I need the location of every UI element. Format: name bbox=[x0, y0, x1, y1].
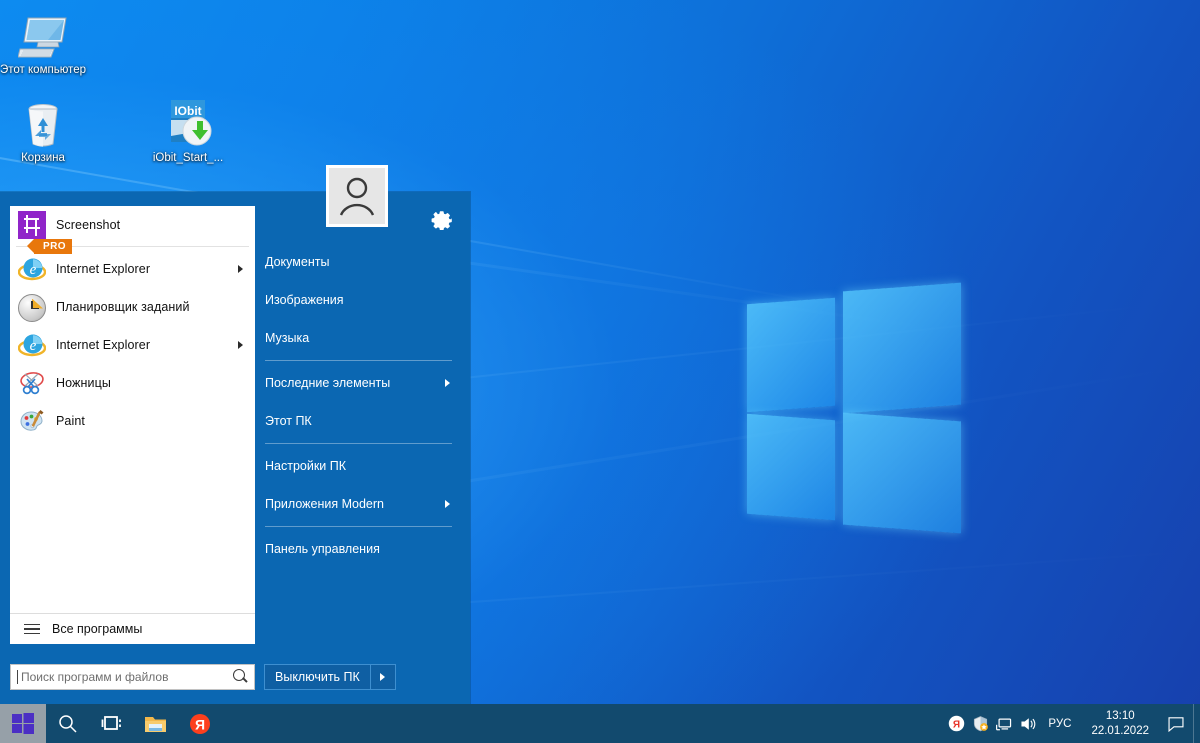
start-menu-right-item-music[interactable]: Музыка bbox=[255, 326, 470, 350]
recycle-bin-icon bbox=[0, 96, 86, 148]
iobit-installer-icon: IObit bbox=[145, 96, 231, 148]
screenshot-crop-icon bbox=[18, 211, 46, 239]
chevron-right-icon bbox=[445, 500, 450, 508]
start-menu: Screenshot e Internet Explorer Планировщ… bbox=[0, 165, 470, 704]
tray-volume-icon[interactable] bbox=[1016, 704, 1040, 743]
start-menu-item-label: Paint bbox=[56, 414, 85, 428]
svg-text:e: e bbox=[30, 338, 37, 354]
start-menu-settings-button[interactable] bbox=[430, 206, 454, 231]
right-item-label: Этот ПК bbox=[265, 414, 312, 428]
tray-language-indicator[interactable]: РУС bbox=[1040, 718, 1081, 730]
search-icon[interactable] bbox=[229, 666, 251, 688]
yandex-browser-button[interactable]: Я bbox=[178, 704, 222, 743]
file-explorer-button[interactable] bbox=[134, 704, 178, 743]
yandex-icon: Я bbox=[190, 713, 210, 734]
start-menu-right-item-documents[interactable]: Документы bbox=[255, 250, 470, 274]
right-item-label: Изображения bbox=[265, 293, 344, 307]
action-center-button[interactable] bbox=[1159, 704, 1193, 743]
paint-palette-icon bbox=[18, 407, 46, 435]
snipping-tool-scissors-icon bbox=[18, 369, 46, 397]
right-pane-separator bbox=[265, 526, 452, 527]
start-menu-item-label: Internet Explorer bbox=[56, 262, 151, 276]
chevron-right-icon bbox=[445, 379, 450, 387]
tray-date: 22.01.2022 bbox=[1091, 724, 1149, 737]
start-menu-right-item-modern-apps[interactable]: Приложения Modern bbox=[255, 492, 470, 516]
task-view-icon bbox=[101, 715, 121, 730]
chevron-right-icon bbox=[238, 265, 243, 273]
hamburger-icon bbox=[24, 623, 40, 635]
start-menu-item-label: Ножницы bbox=[56, 376, 111, 390]
start-menu-item-internet-explorer-2[interactable]: e Internet Explorer bbox=[10, 326, 255, 364]
right-item-label: Последние элементы bbox=[265, 376, 391, 390]
computer-icon bbox=[0, 8, 86, 60]
tray-yandex-icon[interactable]: Я bbox=[944, 704, 968, 743]
start-menu-left-pane: Screenshot e Internet Explorer Планировщ… bbox=[10, 206, 255, 644]
start-button[interactable] bbox=[0, 704, 46, 743]
windows-logo-icon bbox=[12, 712, 34, 734]
tray-iobit-shield-icon[interactable] bbox=[968, 704, 992, 743]
start-menu-item-task-scheduler[interactable]: Планировщик заданий bbox=[10, 288, 255, 326]
speech-bubble-icon bbox=[1168, 716, 1184, 732]
task-view-button[interactable] bbox=[90, 704, 134, 743]
internet-explorer-icon: e bbox=[17, 331, 47, 359]
svg-text:Я: Я bbox=[953, 719, 960, 730]
tray-network-icon[interactable] bbox=[992, 704, 1016, 743]
desktop-icon-label: iObit_Start_... bbox=[152, 152, 224, 164]
svg-text:Я: Я bbox=[195, 716, 205, 732]
start-menu-right-pane: Документы Изображения Музыка Последние э… bbox=[255, 192, 470, 704]
desktop-icon-this-computer[interactable]: Этот компьютер bbox=[0, 8, 86, 77]
desktop-screen: Этот компьютер Корзина IObit iObit_Start… bbox=[0, 0, 1200, 743]
desktop-icon-recycle-bin[interactable]: Корзина bbox=[0, 96, 86, 165]
right-pane-separator bbox=[265, 443, 452, 444]
folder-icon bbox=[145, 716, 166, 732]
start-menu-item-snipping-tool[interactable]: Ножницы bbox=[10, 364, 255, 402]
desktop-icon-label: Этот компьютер bbox=[0, 64, 86, 76]
right-item-label: Музыка bbox=[265, 331, 310, 345]
all-programs-label: Все программы bbox=[52, 622, 143, 636]
internet-explorer-icon: e bbox=[17, 255, 47, 283]
right-item-label: Приложения Modern bbox=[265, 497, 384, 511]
desktop-icon-label: Корзина bbox=[21, 152, 65, 164]
right-item-label: Документы bbox=[265, 255, 330, 269]
tray-time: 13:10 bbox=[1105, 709, 1135, 722]
taskbar: Я Я РУС 13:10 22.01.2022 bbox=[0, 704, 1200, 743]
user-avatar-icon bbox=[339, 177, 375, 216]
start-menu-item-internet-explorer[interactable]: e Internet Explorer bbox=[10, 250, 255, 288]
chevron-right-icon bbox=[238, 341, 243, 349]
right-item-label: Настройки ПК bbox=[265, 459, 347, 473]
right-pane-separator bbox=[265, 360, 452, 361]
right-item-label: Панель управления bbox=[265, 542, 380, 556]
all-programs-button[interactable]: Все программы bbox=[10, 613, 255, 644]
start-menu-right-item-this-pc[interactable]: Этот ПК bbox=[255, 409, 470, 433]
svg-text:IObit: IObit bbox=[174, 104, 201, 118]
start-menu-item-paint[interactable]: Paint bbox=[10, 402, 255, 440]
start-menu-right-item-pictures[interactable]: Изображения bbox=[255, 288, 470, 312]
system-tray: Я РУС 13:10 22.01.2022 bbox=[944, 704, 1200, 743]
search-icon bbox=[59, 714, 77, 733]
user-avatar[interactable] bbox=[326, 165, 388, 227]
desktop-icon-iobit-start[interactable]: IObit iObit_Start_... bbox=[145, 96, 231, 165]
task-scheduler-clock-icon bbox=[18, 293, 46, 322]
search-taskbar-button[interactable] bbox=[46, 704, 90, 743]
start-menu-item-label: Internet Explorer bbox=[56, 338, 151, 352]
start-menu-right-item-control-panel[interactable]: Панель управления bbox=[255, 537, 470, 561]
start-menu-right-item-pc-settings[interactable]: Настройки ПК bbox=[255, 454, 470, 478]
text-caret bbox=[17, 670, 18, 684]
pro-badge: PRO bbox=[27, 239, 72, 254]
wallpaper-windows-logo-icon bbox=[742, 282, 966, 534]
start-menu-item-label: Screenshot bbox=[56, 218, 121, 232]
svg-text:e: e bbox=[30, 262, 37, 278]
gear-icon bbox=[431, 211, 452, 231]
start-menu-right-item-recent[interactable]: Последние элементы bbox=[255, 371, 470, 395]
start-menu-search-box[interactable] bbox=[10, 664, 255, 690]
search-input[interactable] bbox=[19, 670, 229, 684]
show-desktop-button[interactable] bbox=[1193, 704, 1200, 743]
start-menu-item-label: Планировщик заданий bbox=[56, 300, 190, 314]
tray-clock[interactable]: 13:10 22.01.2022 bbox=[1081, 709, 1159, 739]
